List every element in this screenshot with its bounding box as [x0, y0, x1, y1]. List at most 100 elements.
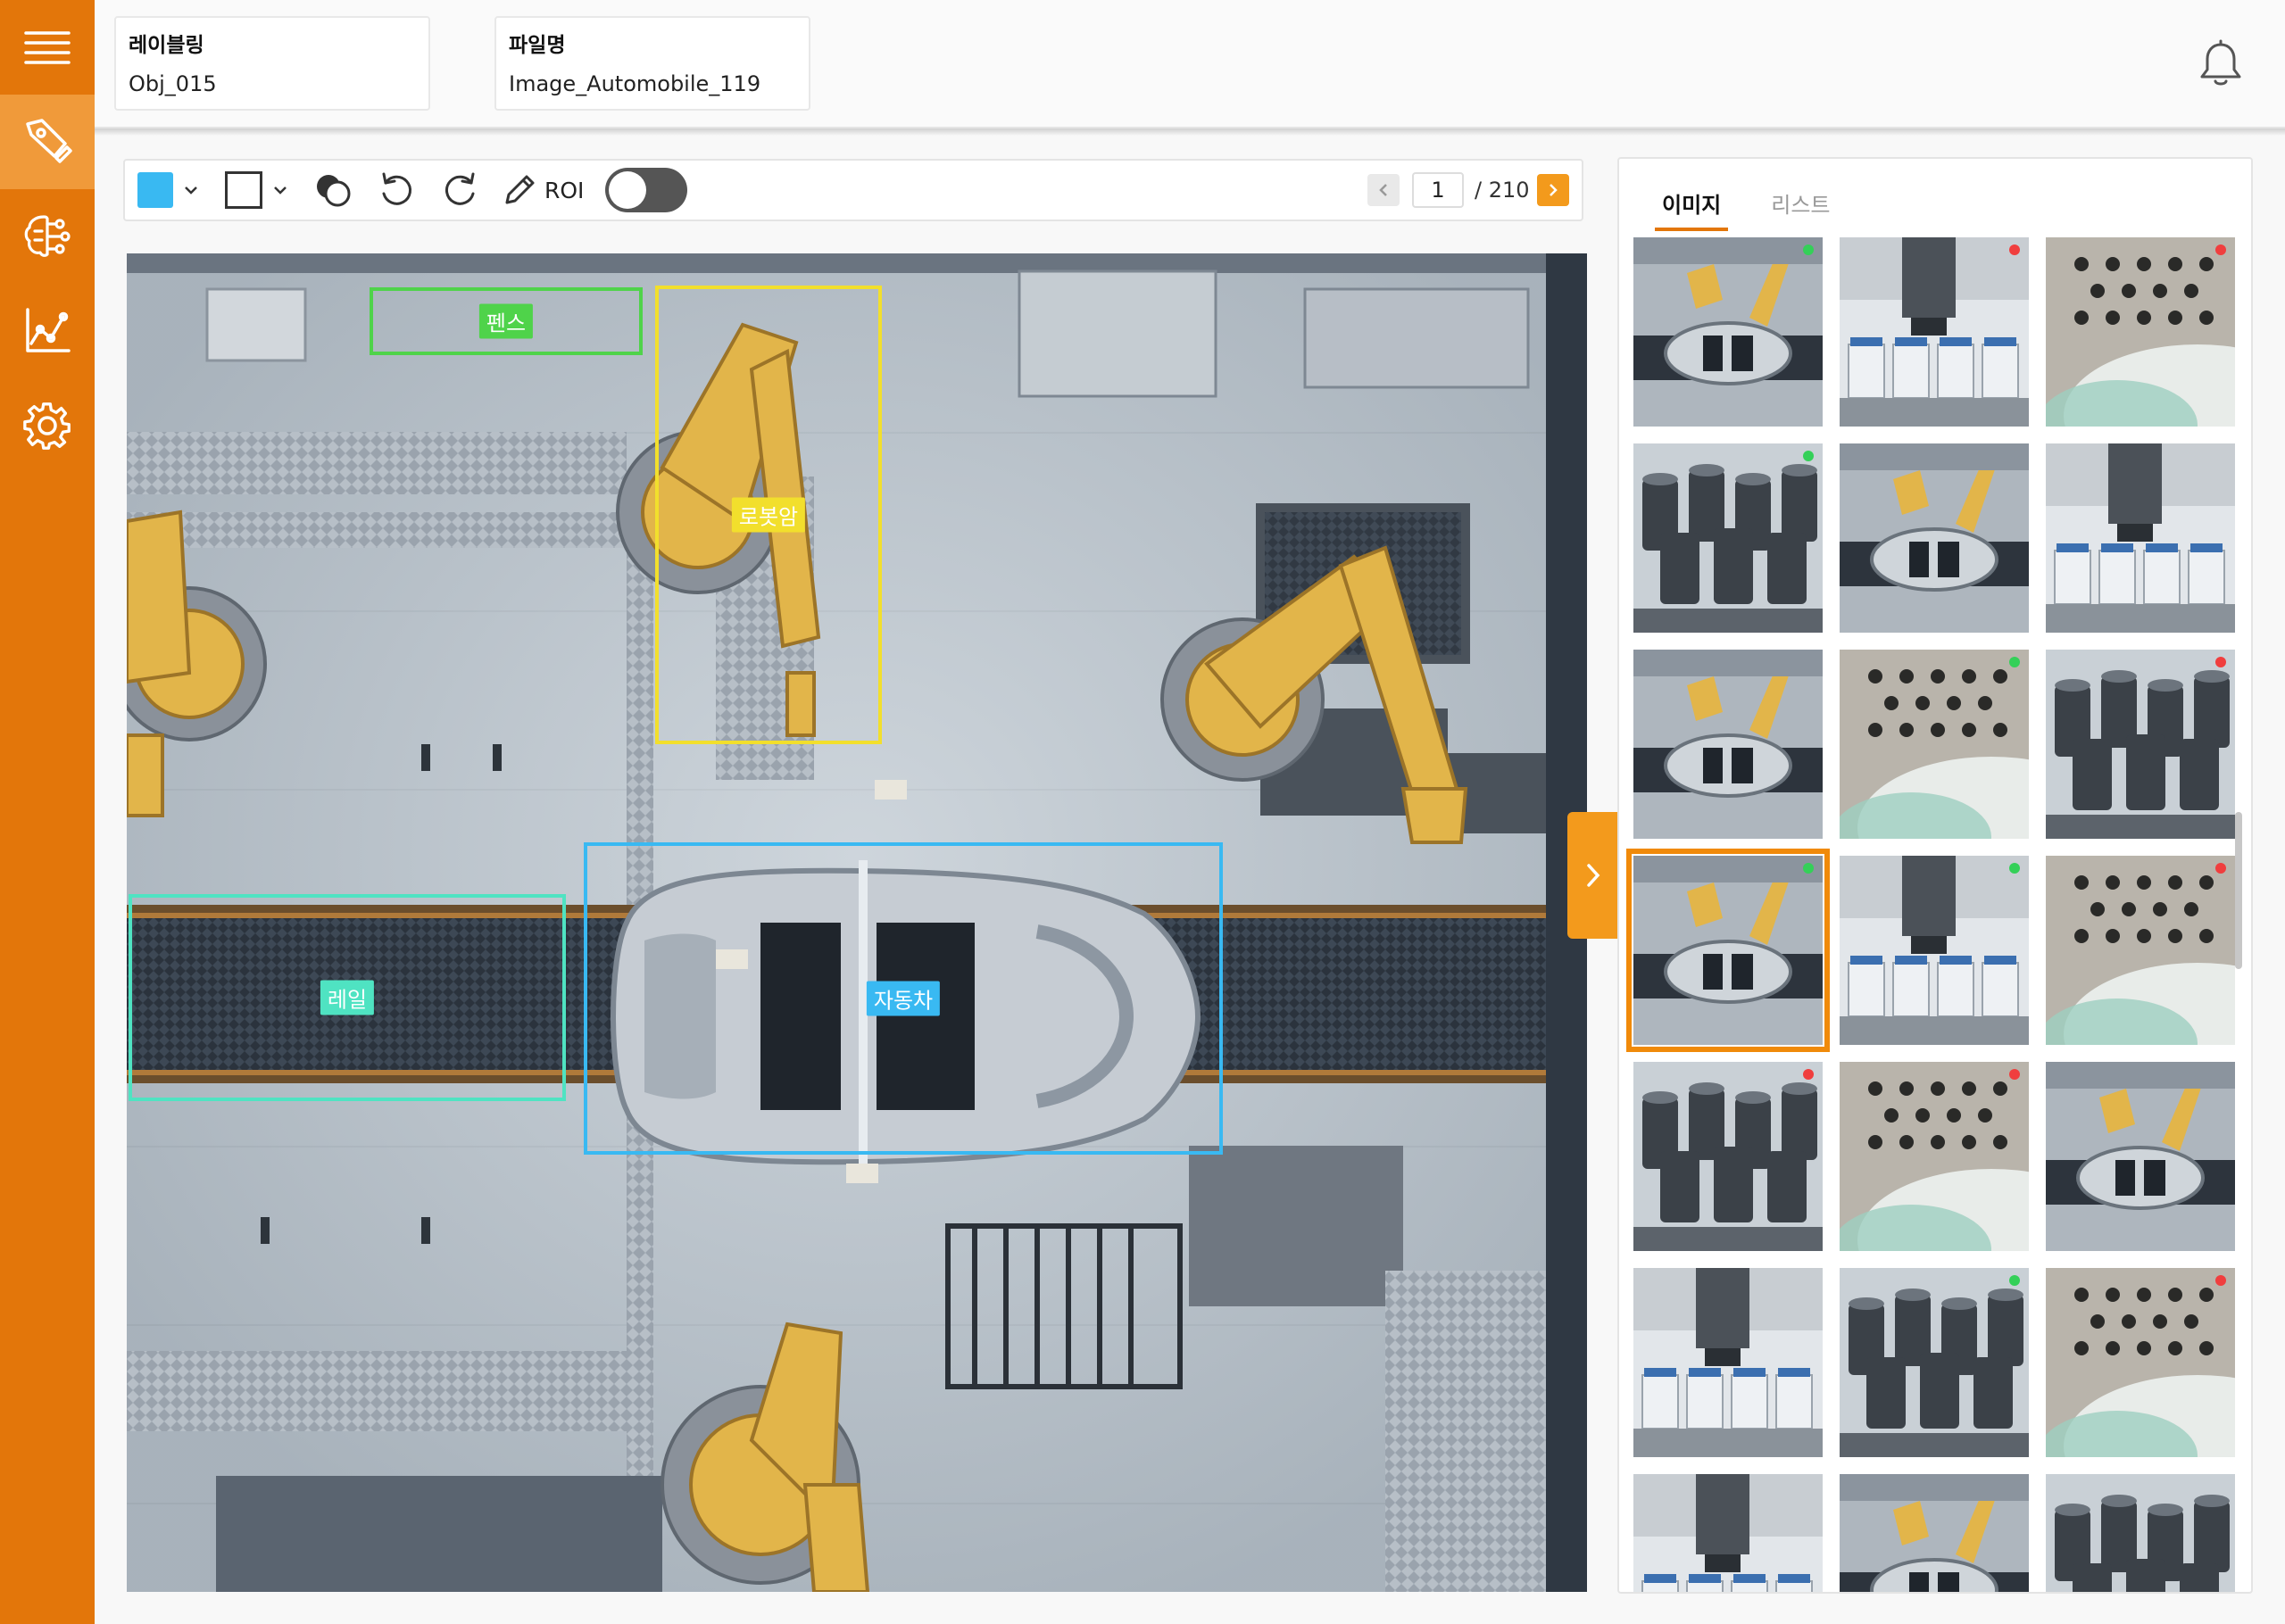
- filename-label: 파일명: [509, 34, 566, 57]
- thumbnail-image: [1633, 1474, 1823, 1592]
- next-page-button[interactable]: [1537, 161, 1569, 220]
- bbox-label: 펜스: [478, 303, 534, 339]
- image-thumbnail[interactable]: [1626, 849, 1830, 1052]
- sidebar-item-settings[interactable]: [0, 378, 95, 473]
- top-header: 레이블링 Obj_015 파일명 Image_Automobile_119: [95, 0, 2285, 136]
- labeling-label: 레이블링: [129, 34, 204, 57]
- image-browser-panel: 이미지 리스트: [1617, 157, 2253, 1594]
- thumbnail-image: [2046, 1268, 2235, 1457]
- roi-tool[interactable]: ROI: [502, 161, 584, 220]
- image-thumbnail[interactable]: [1633, 1474, 1823, 1592]
- chevron-down-icon[interactable]: [182, 181, 200, 199]
- opacity-icon: [317, 175, 351, 207]
- image-thumbnail[interactable]: [2046, 856, 2235, 1045]
- page-number-input[interactable]: 1: [1412, 172, 1464, 208]
- thumbnail-image: [1840, 1474, 2029, 1592]
- status-dot: [2215, 1275, 2226, 1286]
- status-dot: [1803, 1069, 1814, 1080]
- image-thumbnail[interactable]: [2046, 237, 2235, 427]
- color-swatch[interactable]: [137, 172, 173, 208]
- thumbnail-image: [1633, 856, 1823, 1045]
- bbox-rail[interactable]: 레일: [129, 894, 566, 1101]
- color-picker[interactable]: [137, 161, 200, 220]
- thumbnail-image: [1840, 237, 2029, 427]
- labeling-field[interactable]: 레이블링 Obj_015: [114, 16, 430, 111]
- status-dot: [2215, 657, 2226, 667]
- image-canvas[interactable]: 펜스 로봇암 레일 자동차: [127, 253, 1587, 1592]
- image-thumbnail[interactable]: [1840, 443, 2029, 633]
- panel-scrollbar[interactable]: [2235, 812, 2242, 969]
- prev-page-button[interactable]: [1367, 161, 1400, 220]
- status-dot: [1803, 244, 1814, 255]
- redo-button[interactable]: [441, 161, 480, 220]
- line-chart-icon: [26, 308, 71, 352]
- image-thumbnail[interactable]: [1633, 1268, 1823, 1457]
- rectangle-shape-icon[interactable]: [225, 171, 262, 209]
- status-dot: [2009, 1275, 2020, 1286]
- image-thumbnail[interactable]: [1633, 1062, 1823, 1251]
- chevron-right-icon: [1550, 184, 1558, 196]
- roi-label: ROI: [544, 177, 585, 203]
- status-dot: [2009, 863, 2020, 874]
- image-thumbnail[interactable]: [2046, 1062, 2235, 1251]
- notification-bell-icon[interactable]: [2198, 39, 2244, 89]
- chevron-down-icon[interactable]: [271, 181, 289, 199]
- image-thumbnail[interactable]: [1840, 856, 2029, 1045]
- thumbnail-image: [1840, 1268, 2029, 1457]
- image-thumbnail[interactable]: [1633, 650, 1823, 839]
- undo-button[interactable]: [377, 161, 416, 220]
- chevron-right-icon: [1587, 864, 1600, 887]
- page-total: / 210: [1475, 178, 1530, 203]
- image-thumbnail[interactable]: [2046, 650, 2235, 839]
- thumbnail-image: [1633, 237, 1823, 427]
- undo-icon: [382, 172, 412, 205]
- menu-icon: [24, 31, 71, 64]
- status-dot: [2009, 1069, 2020, 1080]
- filename-field[interactable]: 파일명 Image_Automobile_119: [494, 16, 810, 111]
- menu-button[interactable]: [0, 0, 95, 95]
- thumbnail-image: [2046, 443, 2235, 633]
- thumbnail-image: [2046, 1474, 2235, 1592]
- thumbnail-image: [2046, 650, 2235, 839]
- thumbnail-image: [2046, 237, 2235, 427]
- chevron-left-icon: [1379, 184, 1387, 196]
- status-dot: [2009, 244, 2020, 255]
- toggle-knob: [609, 171, 646, 209]
- image-thumbnail[interactable]: [2046, 1268, 2235, 1457]
- roi-toggle[interactable]: [605, 161, 687, 220]
- image-thumbnail[interactable]: [1633, 443, 1823, 633]
- filename-value: Image_Automobile_119: [509, 71, 761, 96]
- gear-icon: [23, 402, 71, 450]
- image-thumbnail[interactable]: [1840, 1268, 2029, 1457]
- collapse-panel-button[interactable]: [1567, 812, 1619, 939]
- tab-images[interactable]: 이미지: [1655, 180, 1729, 231]
- thumbnail-image: [1840, 856, 2029, 1045]
- thumbnail-image: [1633, 443, 1823, 633]
- image-thumbnail[interactable]: [1840, 1474, 2029, 1592]
- shape-picker[interactable]: [225, 161, 289, 220]
- image-thumbnail[interactable]: [2046, 443, 2235, 633]
- image-thumbnail[interactable]: [2046, 1474, 2235, 1592]
- thumbnail-image: [1840, 1062, 2029, 1251]
- bbox-robot-arm[interactable]: 로봇암: [655, 286, 882, 744]
- opacity-button[interactable]: [314, 161, 353, 220]
- thumbnail-image: [2046, 1062, 2235, 1251]
- left-sidebar: [0, 0, 95, 1624]
- thumbnail-image: [1633, 1268, 1823, 1457]
- image-thumbnail[interactable]: [1840, 650, 2029, 839]
- sidebar-item-ai[interactable]: [0, 189, 95, 284]
- bbox-label: 레일: [320, 980, 375, 1015]
- bbox-car[interactable]: 자동차: [584, 842, 1223, 1155]
- pencil-icon: [505, 175, 535, 204]
- sidebar-item-labeling[interactable]: [0, 95, 95, 189]
- bbox-fence[interactable]: 펜스: [370, 287, 643, 355]
- thumbnail-image: [1633, 650, 1823, 839]
- bbox-label: 로봇암: [731, 497, 806, 533]
- annotation-toolbar: ROI 1 / 210: [123, 159, 1583, 221]
- status-dot: [1803, 451, 1814, 461]
- image-thumbnail[interactable]: [1840, 237, 2029, 427]
- tab-list[interactable]: 리스트: [1764, 180, 1837, 231]
- image-thumbnail[interactable]: [1633, 237, 1823, 427]
- sidebar-item-analytics[interactable]: [0, 284, 95, 378]
- image-thumbnail[interactable]: [1840, 1062, 2029, 1251]
